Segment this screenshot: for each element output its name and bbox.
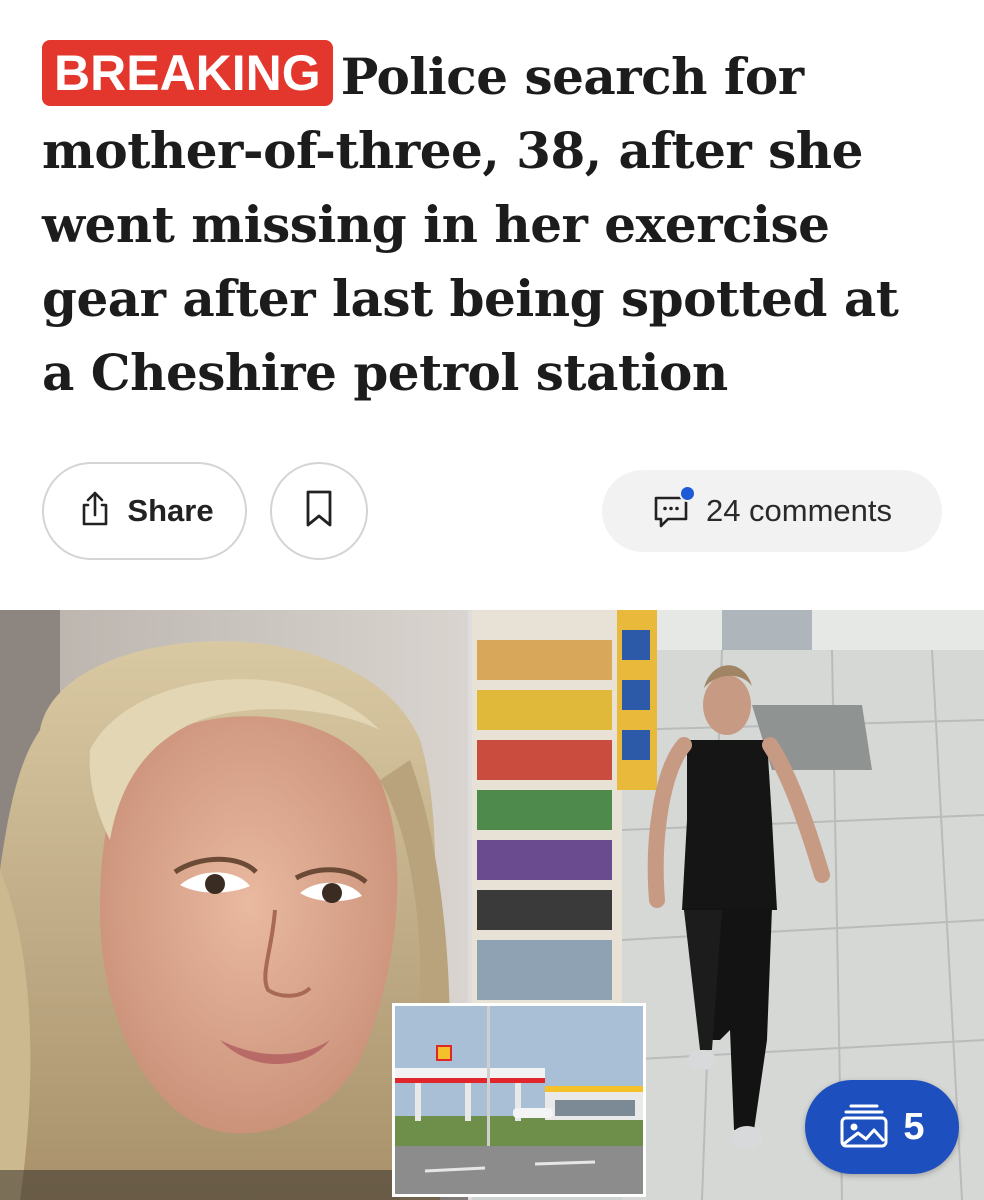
gallery-count: 5 <box>903 1105 925 1148</box>
comment-icon <box>652 485 696 531</box>
article-photo[interactable]: 5 <box>0 610 984 1200</box>
comments-button[interactable]: 24 comments <box>602 470 942 552</box>
comments-label: 24 comments <box>705 493 893 528</box>
share-label: Share <box>127 493 214 528</box>
share-icon <box>75 489 115 534</box>
breaking-badge: BREAKING <box>42 40 333 106</box>
notification-dot <box>678 485 696 502</box>
bookmark-icon <box>303 489 335 534</box>
headline: BREAKING Police search for mother-of-thre… <box>42 40 947 410</box>
gallery-button[interactable]: 5 <box>805 1080 959 1174</box>
share-button[interactable]: Share <box>42 462 247 560</box>
gallery-icon <box>839 1102 889 1153</box>
bookmark-button[interactable] <box>270 462 368 560</box>
petrol-station-inset <box>392 1003 646 1197</box>
